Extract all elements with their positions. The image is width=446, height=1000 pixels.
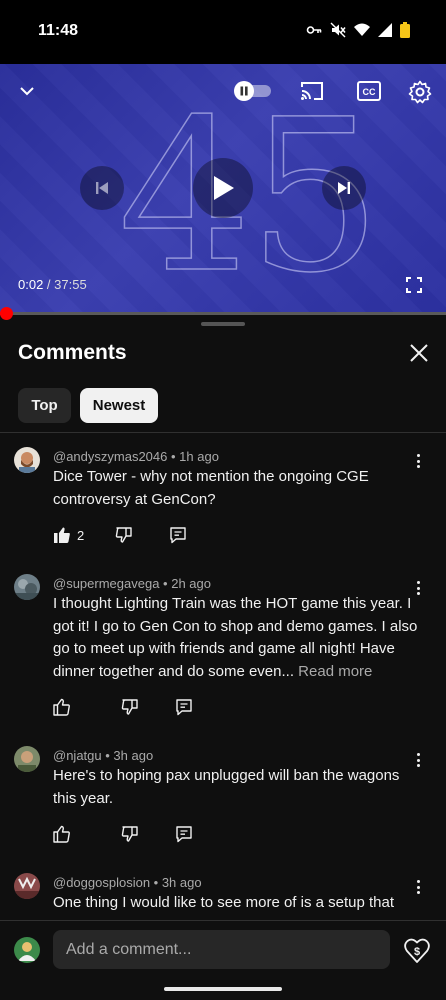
meta-separator: •: [159, 576, 172, 591]
like-button[interactable]: [53, 825, 77, 843]
dislike-button[interactable]: [121, 825, 139, 843]
comment-meta: @njatgu • 3h ago: [53, 748, 153, 763]
captions-icon[interactable]: CC: [356, 79, 382, 103]
reply-icon: [176, 826, 192, 843]
comment-text: Here's to hoping pax unplugged will ban …: [53, 765, 418, 810]
dislike-button[interactable]: [115, 526, 133, 544]
comment-meta: @andyszymas2046 • 1h ago: [53, 449, 219, 464]
video-progress-bar[interactable]: [0, 307, 446, 320]
read-more-link[interactable]: Read more: [298, 663, 372, 680]
svg-text:$: $: [414, 946, 420, 958]
previous-icon[interactable]: [80, 166, 124, 210]
thumbs-up-icon: [53, 825, 70, 843]
super-thanks-icon[interactable]: $: [404, 936, 430, 964]
comment-body: One thing I would like to see more of is…: [53, 894, 395, 911]
reply-icon: [176, 699, 192, 716]
drag-handle[interactable]: [201, 322, 245, 326]
comment-text: One thing I would like to see more of is…: [53, 892, 418, 915]
wifi-icon: [354, 23, 370, 36]
reply-icon: [170, 527, 186, 544]
signal-icon: [378, 23, 392, 37]
comment-meta: @doggosplosion • 3h ago: [53, 875, 202, 890]
mute-icon: [330, 22, 346, 38]
progress-scrubber[interactable]: [0, 307, 14, 320]
comment-input[interactable]: [53, 930, 390, 969]
svg-text:CC: CC: [363, 87, 376, 97]
comment-author[interactable]: @andyszymas2046: [53, 449, 167, 464]
avatar[interactable]: [14, 746, 40, 772]
status-bar: 11:48: [0, 0, 446, 64]
meta-separator: •: [150, 875, 162, 890]
battery-icon: [400, 22, 410, 38]
status-icons: [306, 22, 410, 38]
duration: 37:55: [54, 277, 87, 292]
comment-age: 3h ago: [161, 875, 202, 890]
current-time: 0:02: [18, 277, 44, 292]
next-icon[interactable]: [322, 166, 366, 210]
vpn-key-icon: [306, 26, 322, 34]
chip-newest[interactable]: Newest: [80, 388, 158, 423]
like-count: 2: [77, 527, 85, 543]
like-button[interactable]: 2: [53, 526, 84, 544]
comment-text: I thought Lighting Train was the HOT gam…: [53, 593, 418, 683]
cast-icon[interactable]: [298, 79, 326, 103]
thumbs-down-icon: [121, 826, 138, 842]
comment-actions: [53, 825, 193, 843]
comment-body: Here's to hoping pax unplugged will ban …: [53, 767, 400, 807]
thumbs-down-icon: [121, 699, 138, 715]
comment-item: @doggosplosion • 3h ago One thing I woul…: [0, 866, 446, 920]
play-icon[interactable]: [193, 158, 253, 218]
video-time: 0:02 / 37:55: [18, 277, 87, 292]
reply-button[interactable]: [175, 825, 193, 843]
comment-age: 2h ago: [171, 576, 211, 591]
my-avatar[interactable]: [14, 937, 40, 963]
divider: [0, 432, 446, 433]
comment-text: Dice Tower - why not mention the ongoing…: [53, 466, 418, 511]
comment-meta: @supermegavega • 2h ago: [53, 576, 211, 591]
meta-separator: •: [167, 449, 180, 464]
settings-icon[interactable]: [406, 78, 434, 106]
time-separator: /: [43, 277, 55, 292]
comment-age: 1h ago: [179, 449, 219, 464]
comment-actions: [53, 698, 193, 716]
avatar[interactable]: [14, 873, 40, 899]
comment-actions: 2: [53, 526, 187, 544]
collapse-icon[interactable]: [14, 78, 40, 104]
video-player[interactable]: 4 5 CC 0:02 / 37:55: [0, 64, 446, 314]
close-icon[interactable]: [406, 340, 432, 366]
like-button[interactable]: [53, 698, 77, 716]
avatar[interactable]: [14, 574, 40, 600]
reply-button[interactable]: [175, 698, 193, 716]
autoplay-toggle[interactable]: [233, 80, 273, 102]
fullscreen-icon[interactable]: [403, 274, 425, 296]
comment-author[interactable]: @njatgu: [53, 748, 102, 763]
avatar[interactable]: [14, 447, 40, 473]
comment-age: 3h ago: [113, 748, 154, 763]
home-indicator[interactable]: [164, 987, 282, 991]
comment-author[interactable]: @supermegavega: [53, 576, 159, 591]
thumbs-up-filled-icon: [54, 527, 70, 543]
meta-separator: •: [101, 748, 114, 763]
reply-button[interactable]: [169, 526, 187, 544]
status-time: 11:48: [38, 22, 79, 39]
thumbs-up-icon: [53, 698, 70, 716]
comment-body: Dice Tower - why not mention the ongoing…: [53, 468, 369, 508]
thumbs-down-icon: [116, 527, 132, 543]
comments-title: Comments: [18, 341, 127, 364]
dislike-button[interactable]: [121, 698, 139, 716]
chip-top[interactable]: Top: [18, 388, 71, 423]
comment-author[interactable]: @doggosplosion: [53, 875, 150, 890]
